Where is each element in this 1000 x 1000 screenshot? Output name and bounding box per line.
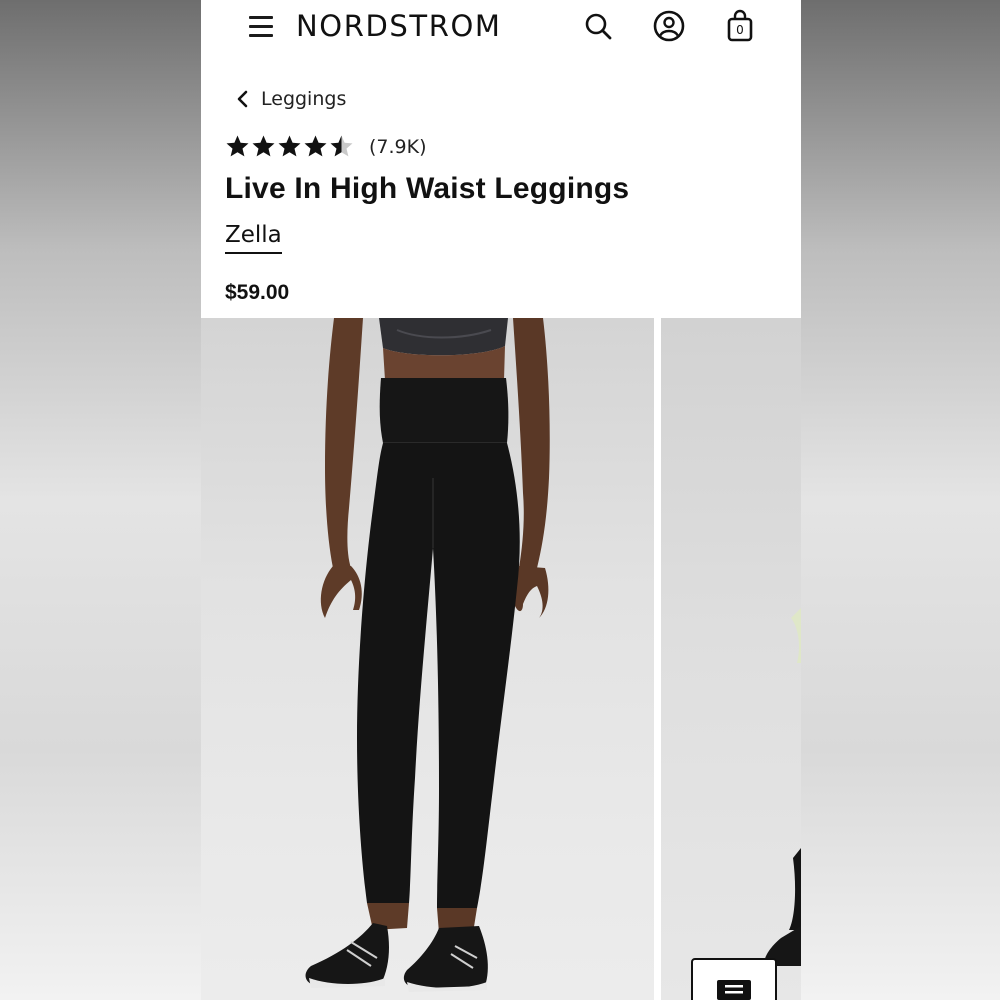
star-icon (252, 135, 275, 157)
product-photo-front[interactable] (201, 318, 654, 1000)
bag-count-badge: 0 (736, 23, 744, 37)
star-icon (226, 135, 249, 157)
account-icon[interactable] (651, 8, 687, 44)
shopping-bag-icon[interactable]: 0 (722, 8, 758, 44)
breadcrumb-label: Leggings (261, 88, 347, 110)
chevron-left-icon (237, 90, 248, 108)
brand-logo[interactable]: NORDSTROM (296, 9, 502, 43)
breadcrumb-back-link[interactable]: Leggings (233, 86, 346, 112)
list-icon (717, 980, 751, 1000)
star-icon (304, 135, 327, 157)
star-icon (278, 135, 301, 157)
menu-icon[interactable] (247, 13, 275, 39)
product-rating[interactable]: (7.9K) (225, 134, 427, 159)
star-rating (225, 134, 355, 159)
background-right (801, 0, 1000, 1000)
product-price: $59.00 (225, 281, 290, 304)
background-left (0, 0, 201, 1000)
review-count: (7.9K) (369, 135, 427, 158)
brand-link[interactable]: Zella (225, 222, 282, 254)
size-chart-button[interactable] (691, 958, 777, 1000)
product-photo-next[interactable] (661, 318, 801, 1000)
product-title: Live In High Waist Leggings (225, 172, 630, 205)
product-page: NORDSTROM 0 Leggings (7.9K) Live In High… (201, 0, 801, 1000)
star-icon (330, 135, 353, 157)
search-icon[interactable] (580, 8, 616, 44)
product-image-gallery[interactable] (201, 318, 801, 1000)
top-navigation-bar: NORDSTROM 0 (201, 0, 801, 60)
